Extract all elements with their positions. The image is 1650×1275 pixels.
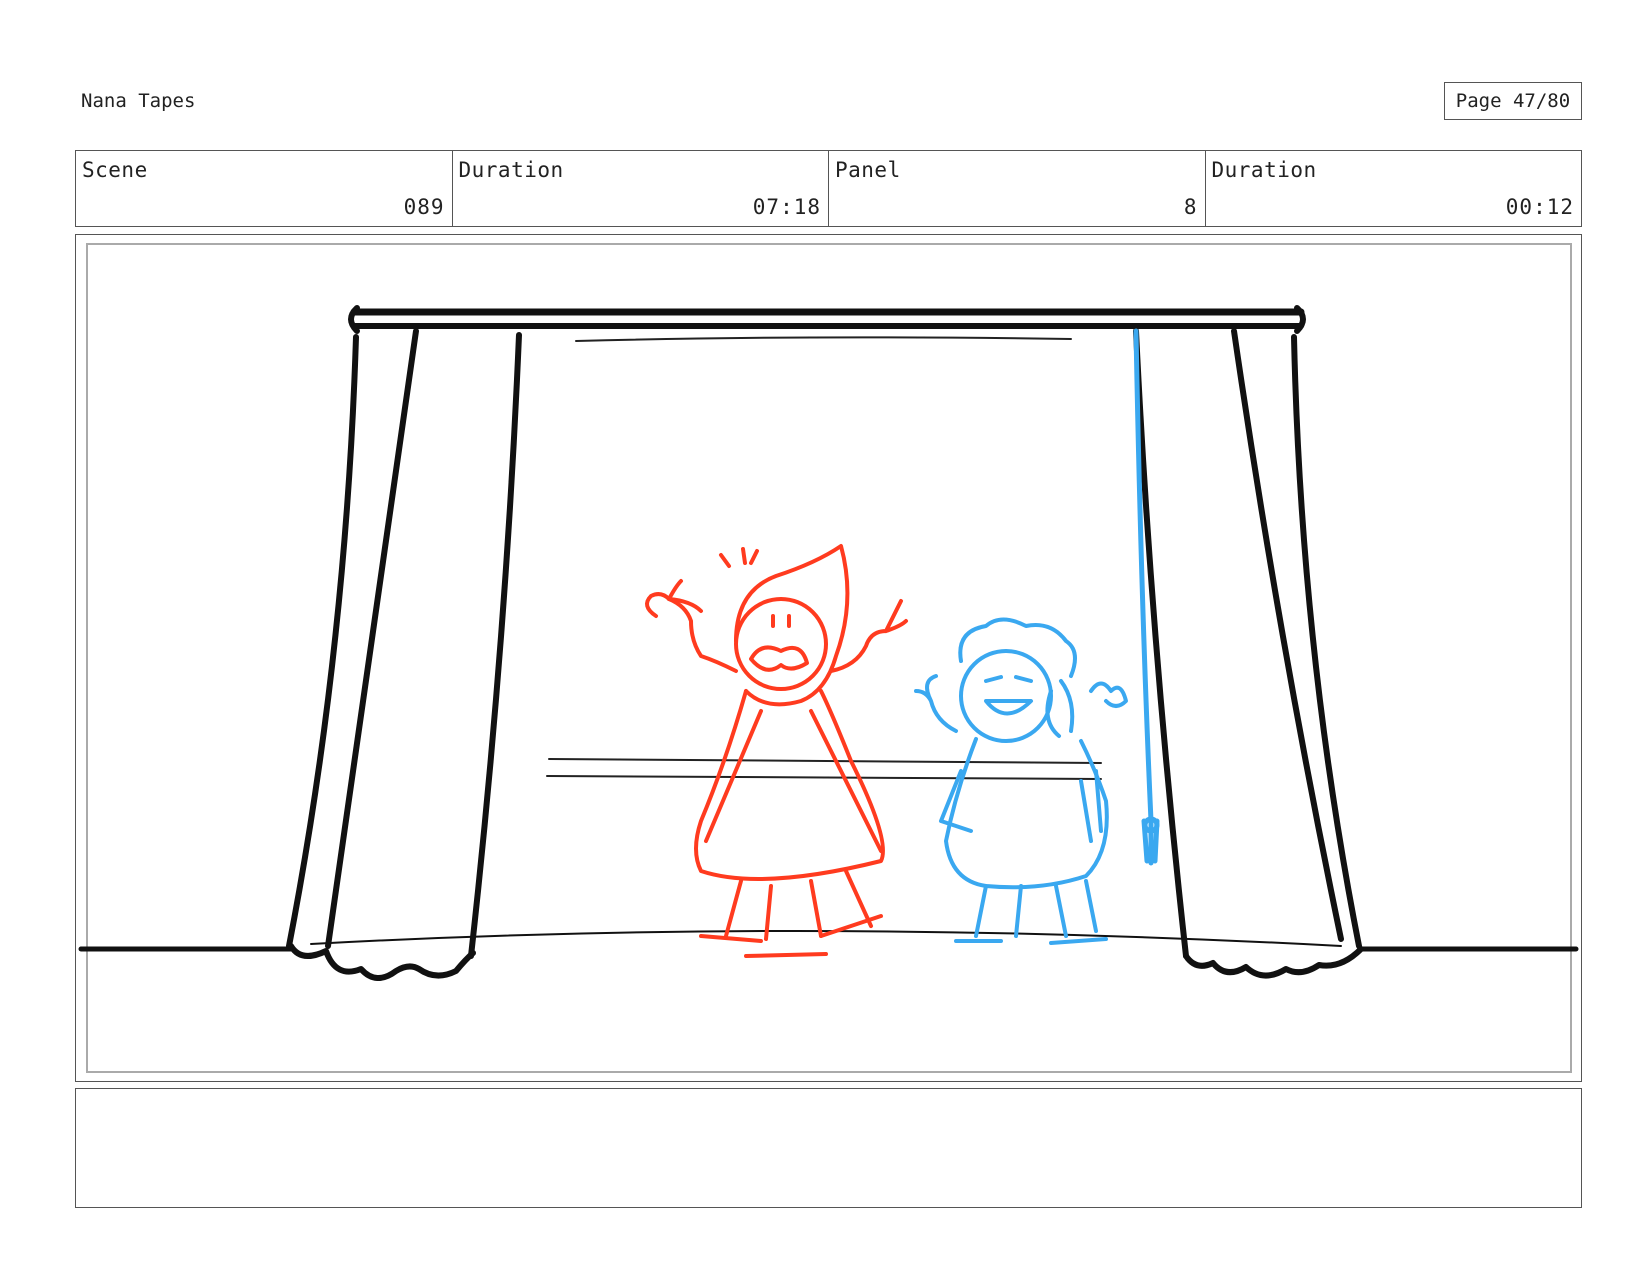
scene-label: Scene — [82, 158, 148, 182]
panel-cell: Panel 8 — [829, 151, 1206, 226]
scene-number: 089 — [403, 195, 445, 219]
panel-duration-value: 00:12 — [1505, 195, 1574, 219]
panel-duration-label: Duration — [1211, 158, 1317, 182]
panel-notes-text — [76, 1089, 1581, 1105]
panel-duration-cell: Duration 00:12 — [1206, 151, 1582, 226]
blue-character — [914, 617, 1128, 945]
panel-label: Panel — [835, 158, 901, 182]
scene-info-row: Scene 089 Duration 07:18 Panel 8 Duratio… — [75, 150, 1582, 227]
scene-duration-value: 07:18 — [752, 195, 821, 219]
storyboard-panel — [75, 234, 1582, 1082]
panel-drawing — [78, 305, 1579, 981]
page-indicator: Page 47/80 — [1444, 82, 1582, 120]
project-title: Nana Tapes — [81, 90, 196, 112]
scene-cell: Scene 089 — [76, 151, 453, 226]
left-curtain — [286, 328, 522, 981]
curtain-rod — [348, 305, 1306, 334]
panel-number: 8 — [1183, 195, 1198, 219]
red-hooded-character — [645, 544, 908, 958]
scene-duration-label: Duration — [458, 158, 564, 182]
scene-duration-cell: Duration 07:18 — [453, 151, 829, 226]
panel-notes — [75, 1088, 1582, 1208]
right-curtain — [1133, 328, 1364, 979]
